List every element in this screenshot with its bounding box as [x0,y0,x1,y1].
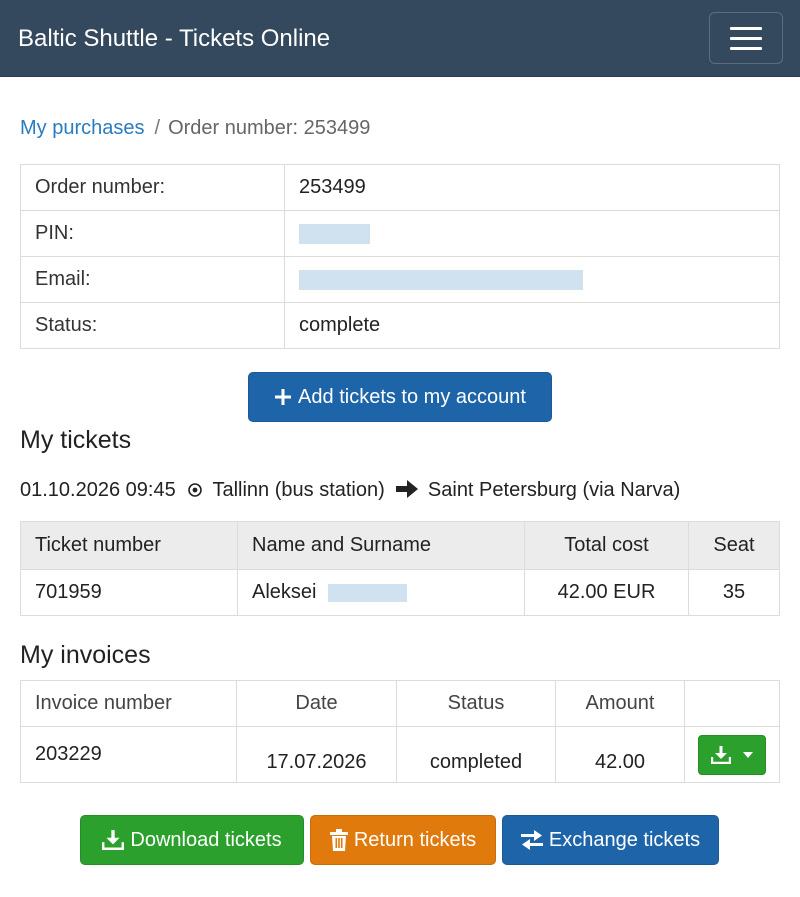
invoice-number-cell: 203229 [20,726,237,783]
trip-destination: Saint Petersburg (via Narva) [427,479,681,501]
download-tickets-button[interactable]: Download tickets [80,815,304,865]
status-row: Status: complete [20,302,780,349]
invoices-table: Invoice number Date Status Amount 203229… [20,680,780,783]
breadcrumb-current: Order number: 253499 [168,117,371,139]
status-value: complete [284,302,780,349]
email-row: Email: [20,256,780,303]
download-icon [102,830,125,850]
brand-title[interactable]: Baltic Shuttle - Tickets Online [18,23,330,55]
email-cell [284,256,780,303]
arrow-right-icon [396,480,419,498]
pin-cell [284,210,780,257]
pin-row: PIN: [20,210,780,257]
return-tickets-label: Return tickets [353,828,477,851]
invoice-status-cell: completed [396,726,556,783]
breadcrumb-my-purchases-link[interactable]: My purchases [20,117,145,139]
navbar: Baltic Shuttle - Tickets Online [0,0,800,77]
order-info-table: Order number: 253499 PIN: Email: Status:… [20,164,780,349]
passenger-name-cell: Aleksei [237,569,525,616]
exchange-tickets-button[interactable]: Exchange tickets [502,815,719,865]
plus-icon [275,389,292,405]
amount-header: Amount [555,680,685,727]
return-tickets-button[interactable]: Return tickets [310,815,496,865]
trash-icon [329,829,348,851]
email-value-redacted [299,269,583,290]
status-label: Status: [20,302,285,349]
invoices-header-row: Invoice number Date Status Amount [20,680,780,727]
my-tickets-heading: My tickets [20,426,132,454]
date-header: Date [236,680,397,727]
trip-route: 01.10.2026 09:45 Tallinn (bus station) S… [20,477,680,503]
hamburger-icon-bar [730,37,762,40]
download-icon [711,745,731,764]
name-surname-header: Name and Surname [237,521,525,570]
chevron-down-icon [743,751,753,758]
actions-header [684,680,780,727]
order-number-row: Order number: 253499 [20,164,780,211]
exchange-tickets-label: Exchange tickets [548,828,701,851]
tickets-header-row: Ticket number Name and Surname Total cos… [20,521,780,570]
location-target-icon [188,483,203,497]
breadcrumb: My purchases / Order number: 253499 [20,115,370,141]
exchange-arrows-icon [520,830,543,850]
table-row: 701959 Aleksei 42.00 EUR 35 [20,569,780,616]
pin-label: PIN: [20,210,285,257]
pin-value-redacted [299,223,370,244]
status-header: Status [396,680,556,727]
ticket-number-cell: 701959 [20,569,238,616]
email-label: Email: [20,256,285,303]
total-cost-cell: 42.00 EUR [524,569,689,616]
invoice-date-cell: 17.07.2026 [236,726,397,783]
add-tickets-button[interactable]: Add tickets to my account [248,372,552,422]
add-tickets-label: Add tickets to my account [298,385,526,408]
download-tickets-label: Download tickets [130,828,282,851]
total-cost-header: Total cost [524,521,689,570]
invoice-amount-cell: 42.00 [555,726,685,783]
order-number-value: 253499 [284,164,780,211]
trip-datetime: 01.10.2026 09:45 [20,479,176,501]
seat-cell: 35 [688,569,780,616]
passenger-surname-redacted [328,583,408,602]
menu-toggle-button[interactable] [709,12,783,64]
breadcrumb-separator: / [154,117,161,139]
my-invoices-heading: My invoices [20,641,151,669]
table-row: 203229 17.07.2026 completed 42.00 [20,726,780,783]
order-number-label: Order number: [20,164,285,211]
passenger-first-name: Aleksei [252,581,317,603]
seat-header: Seat [688,521,780,570]
invoice-download-dropdown-button[interactable] [698,734,766,775]
hamburger-icon [730,27,762,30]
tickets-table: Ticket number Name and Surname Total cos… [20,521,780,616]
invoice-actions-cell [684,726,780,783]
trip-origin: Tallinn (bus station) [212,479,385,501]
invoice-number-header: Invoice number [20,680,237,727]
hamburger-icon-bar [730,47,762,50]
ticket-number-header: Ticket number [20,521,238,570]
